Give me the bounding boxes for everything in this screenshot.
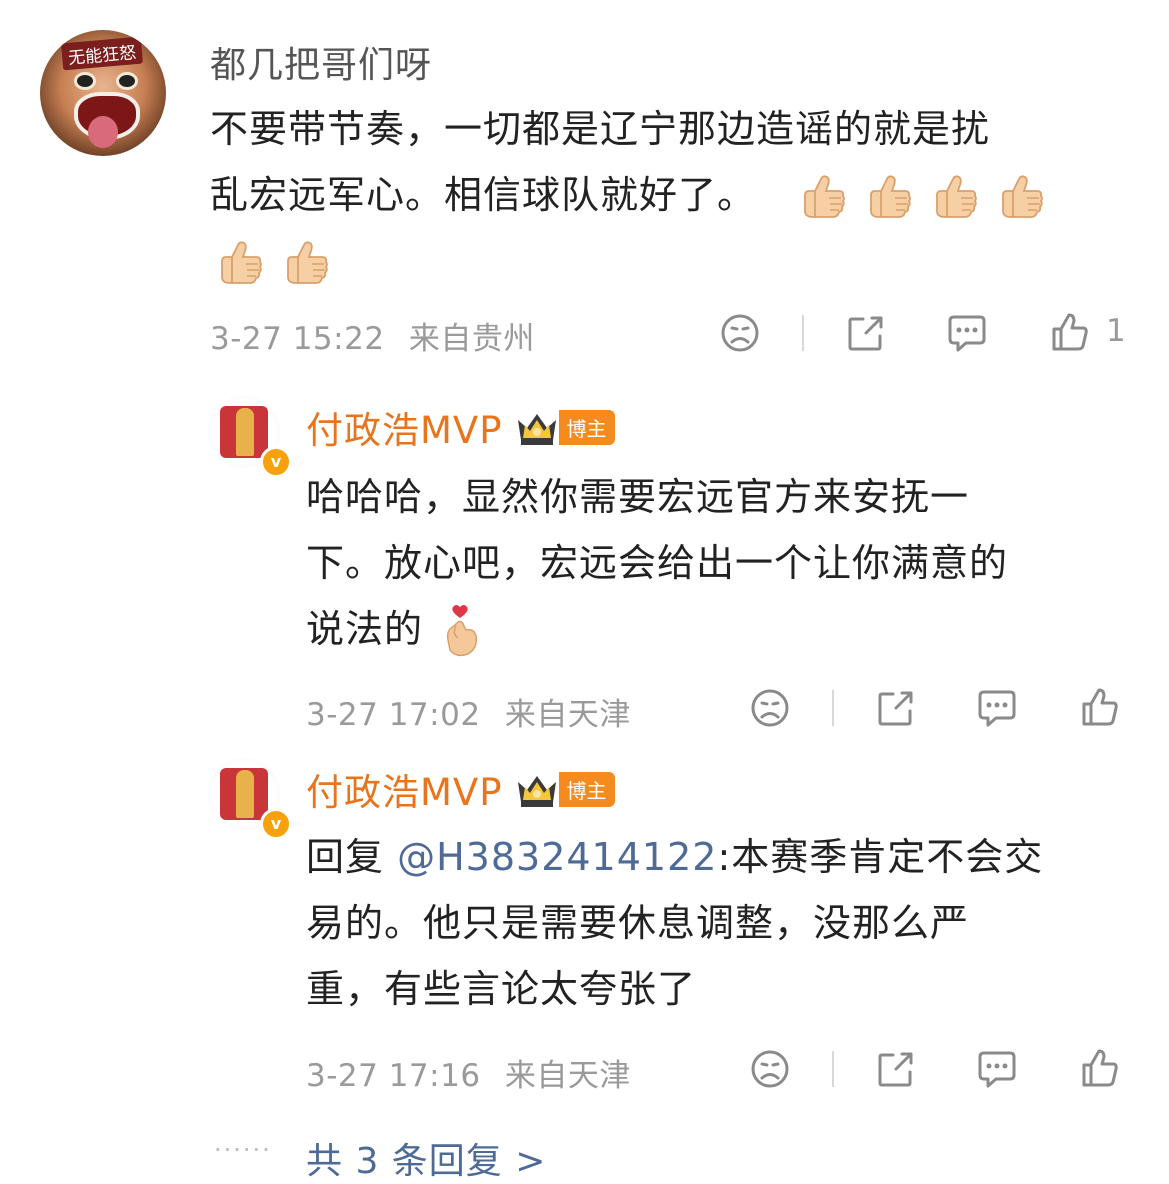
comment-line: 乱宏远军心。相信球队就好了。 (210, 162, 1140, 228)
blogger-badge: 博主 (558, 771, 615, 807)
action-divider (832, 690, 834, 726)
reply-line: 重，有些言论太夸张了 (306, 967, 697, 1011)
dislike-face-icon[interactable] (720, 313, 760, 353)
reply-username[interactable]: 付政浩MVP (306, 762, 503, 816)
like-icon[interactable] (1080, 1047, 1120, 1089)
reply-header: 付政浩MVP 博主 (306, 400, 615, 454)
comment-line-text: 乱宏远军心。相信球队就好了。 (210, 173, 757, 217)
share-icon[interactable] (876, 688, 916, 728)
avatar-figure (236, 408, 254, 456)
verified-badge: v (260, 446, 292, 478)
reply-text: 回复 @H3832414122:本赛季肯定不会交 易的。他只是需要休息调整，没那… (306, 824, 1136, 1022)
comment-username[interactable]: 都几把哥们呀 (210, 36, 432, 88)
reply-username[interactable]: 付政浩MVP (306, 400, 503, 454)
reply-meta: 3-27 17:16 来自天津 (306, 1050, 631, 1095)
reply-location: 来自天津 (504, 697, 631, 733)
comment-icon[interactable] (946, 313, 988, 353)
dislike-face-icon[interactable] (750, 1049, 790, 1089)
comment-text: 不要带节奏，一切都是辽宁那边造谣的就是扰 乱宏远军心。相信球队就好了。 (210, 96, 1140, 294)
like-icon[interactable] (1050, 311, 1090, 353)
avatar-caption: 无能狂怒 (60, 36, 144, 71)
reply-line-text: 说法的 (306, 607, 424, 651)
share-icon[interactable] (876, 1049, 916, 1089)
reply-line: 易的。他只是需要休息调整，没那么严 (306, 901, 970, 945)
reply-avatar[interactable]: v (208, 758, 292, 840)
more-replies-link[interactable]: 共 3 条回复 > (306, 1132, 546, 1184)
share-icon[interactable] (846, 313, 886, 353)
blogger-badge: 博主 (558, 409, 615, 445)
reply-time: 3-27 17:02 (306, 697, 481, 733)
reply-line: 说法的 (306, 596, 1136, 662)
finger-heart-emoji (446, 604, 478, 656)
reply-prefix: 回复 (306, 835, 398, 879)
crown-icon (517, 776, 556, 807)
reply-meta: 3-27 17:02 来自天津 (306, 689, 631, 734)
thumbs-up-emoji-group (210, 228, 1140, 294)
reply-avatar[interactable]: v (208, 396, 292, 478)
thumbs-up-emoji (936, 174, 978, 218)
comment-icon[interactable] (976, 688, 1018, 728)
comment-time: 3-27 15:22 (210, 321, 385, 357)
reply-line-text: :本赛季肯定不会交 (717, 835, 1044, 879)
mention-link[interactable]: @H3832414122 (397, 835, 717, 879)
thumbs-up-emoji (804, 174, 846, 218)
more-replies-dots: ······ (214, 1136, 272, 1164)
thumbs-up-emoji (221, 240, 262, 284)
avatar-eye (116, 72, 138, 90)
dislike-face-icon[interactable] (750, 688, 790, 728)
comment-icon[interactable] (976, 1049, 1018, 1089)
thumbs-up-emoji-group (799, 173, 1063, 218)
thumbs-up-emoji (1002, 174, 1044, 218)
thumbs-up-emoji (870, 174, 912, 218)
reply-header: 付政浩MVP 博主 (306, 762, 615, 816)
avatar-figure (236, 770, 254, 818)
reply-line: 回复 @H3832414122:本赛季肯定不会交 (306, 824, 1136, 890)
comment-meta: 3-27 15:22 来自贵州 (210, 313, 535, 358)
action-divider (802, 315, 804, 351)
reply-time: 3-27 17:16 (306, 1058, 481, 1094)
avatar-eye (74, 72, 96, 90)
comment-location: 来自贵州 (408, 321, 535, 357)
avatar-tongue (88, 116, 118, 148)
reply-location: 来自天津 (504, 1058, 631, 1094)
like-count: 1 (1106, 313, 1127, 349)
reply-line: 下。放心吧，宏远会给出一个让你满意的 (306, 541, 1009, 585)
verified-badge: v (260, 808, 292, 840)
like-icon[interactable] (1080, 686, 1120, 728)
action-divider (832, 1051, 834, 1087)
reply-line: 哈哈哈，显然你需要宏远官方来安抚一 (306, 475, 970, 519)
crown-icon (517, 414, 556, 445)
comment-line: 不要带节奏，一切都是辽宁那边造谣的就是扰 (210, 107, 991, 151)
reply-text: 哈哈哈，显然你需要宏远官方来安抚一 下。放心吧，宏远会给出一个让你满意的 说法的 (306, 464, 1136, 662)
avatar[interactable]: 无能狂怒 (40, 30, 166, 156)
thumbs-up-emoji (287, 240, 328, 284)
